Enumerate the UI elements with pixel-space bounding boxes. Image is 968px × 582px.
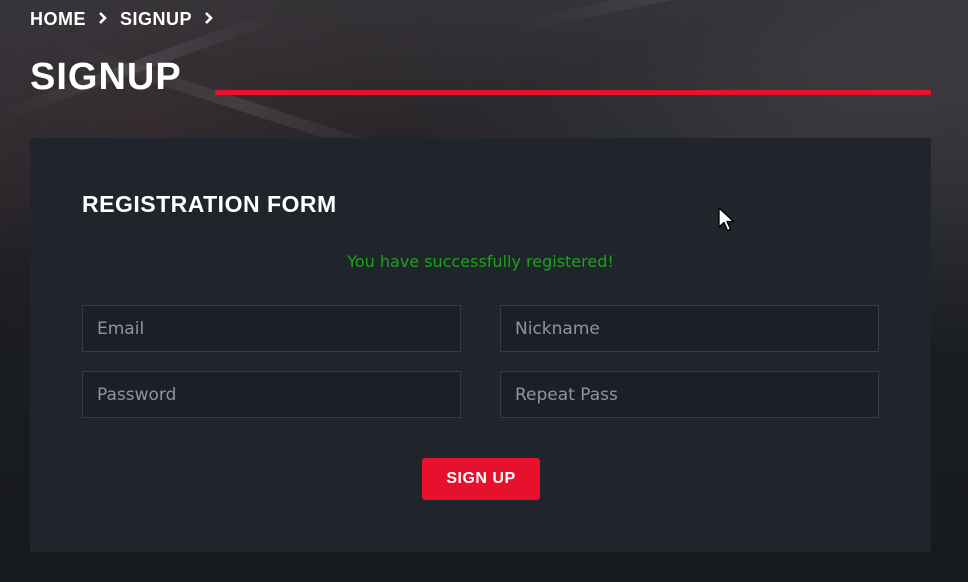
success-message: You have successfully registered! (347, 252, 614, 271)
repeat-password-field[interactable] (500, 371, 879, 418)
page-title: SIGNUP (30, 56, 182, 98)
breadcrumb-signup-link[interactable]: SIGNUP (120, 9, 192, 30)
title-underline (215, 90, 931, 95)
password-field[interactable] (82, 371, 461, 418)
mouse-pointer-icon (718, 207, 736, 233)
registration-panel: REGISTRATION FORM You have successfully … (30, 138, 931, 552)
chevron-right-icon (98, 11, 108, 29)
email-field[interactable] (82, 305, 461, 352)
sign-up-button[interactable]: SIGN UP (422, 458, 540, 500)
breadcrumb-home-link[interactable]: HOME (30, 9, 86, 30)
chevron-right-icon (204, 11, 214, 29)
nickname-field[interactable] (500, 305, 879, 352)
form-title: REGISTRATION FORM (82, 191, 337, 217)
breadcrumb: HOME SIGNUP (30, 9, 226, 30)
